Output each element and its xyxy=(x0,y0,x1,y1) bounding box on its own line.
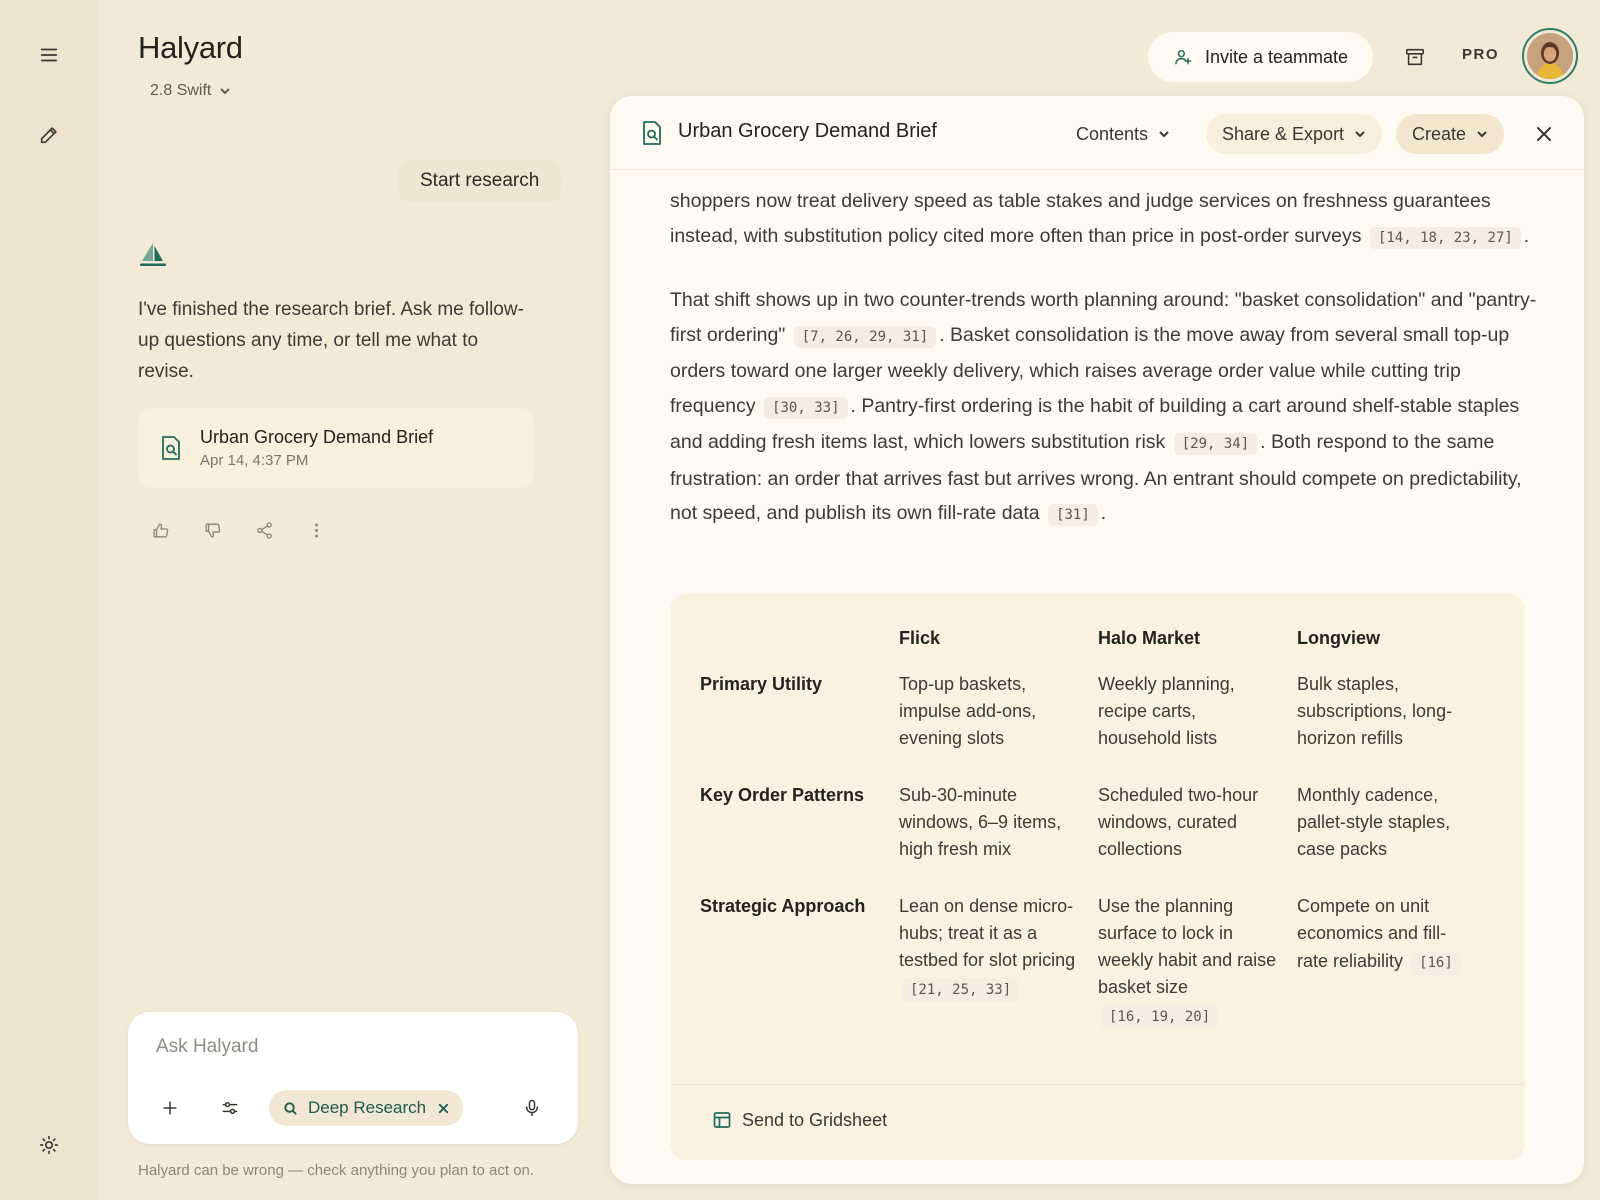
column-header: Flick xyxy=(899,628,941,648)
share-export-button[interactable]: Share & Export xyxy=(1206,114,1383,154)
row-header: Strategic Approach xyxy=(700,896,866,916)
avatar-portrait xyxy=(1527,33,1573,79)
settings-sliders-icon[interactable] xyxy=(212,1090,248,1126)
share-icon[interactable] xyxy=(252,518,276,542)
app-title: Halyard xyxy=(138,30,243,65)
paragraph-1: shoppers now treat delivery speed as tab… xyxy=(670,190,1530,249)
row-header: Primary Utility xyxy=(700,674,823,694)
table-cell: Bulk staples, subscriptions, long-horizo… xyxy=(1297,674,1453,748)
close-panel-icon[interactable] xyxy=(1528,118,1560,150)
microphone-icon[interactable] xyxy=(514,1090,550,1126)
ask-input[interactable] xyxy=(156,1036,546,1058)
row-header: Key Order Patterns xyxy=(700,785,865,805)
table-cell: Compete on unit economics and fill-rate … xyxy=(1297,893,1496,1059)
table-row: Key Order Patterns Sub-30-minute windows… xyxy=(700,782,1496,893)
document-body: shoppers now treat delivery speed as tab… xyxy=(670,184,1538,561)
citation[interactable]: [31] xyxy=(1048,504,1098,526)
mode-label: Deep Research xyxy=(308,1098,427,1117)
table-cell: Sub-30-minute windows, 6–9 items, high f… xyxy=(899,785,1062,859)
table-row: Primary Utility Top-up baskets, impulse … xyxy=(700,671,1496,782)
comparison-card: Flick Halo Market Longview Primary Utili… xyxy=(670,594,1525,1160)
citation[interactable]: [16] xyxy=(1411,951,1461,975)
citation[interactable]: [30, 33] xyxy=(764,396,848,419)
invite-teammate-button[interactable]: Invite a teammate xyxy=(1148,32,1373,82)
citation[interactable]: [29, 34] xyxy=(1173,433,1258,455)
search-icon xyxy=(284,1101,297,1115)
composer: Deep Research xyxy=(128,1012,578,1144)
disclaimer: Halyard can be wrong — check anything yo… xyxy=(138,1162,535,1179)
document-card-timestamp: Apr 14, 4:37 PM xyxy=(200,452,309,469)
divider xyxy=(670,1084,1525,1085)
create-button[interactable]: Create xyxy=(1396,114,1505,154)
table-cell: Weekly planning, recipe carts, household… xyxy=(1098,674,1235,748)
citation[interactable]: [21, 25, 33] xyxy=(902,978,1020,1002)
comparison-table: Flick Halo Market Longview Primary Utili… xyxy=(700,628,1496,1059)
chevron-down-icon xyxy=(220,88,231,95)
plan-badge: PRO xyxy=(1462,46,1500,63)
add-user-icon xyxy=(1175,50,1192,65)
panel-header: Urban Grocery Demand Brief Contents Shar… xyxy=(610,96,1584,170)
create-label: Create xyxy=(1412,123,1467,144)
column-header: Halo Market xyxy=(1098,628,1201,648)
chevron-down-icon xyxy=(1355,131,1365,138)
table-header-row: Flick Halo Market Longview xyxy=(700,628,1496,671)
message-actions xyxy=(148,518,328,542)
theme-sun-icon[interactable] xyxy=(28,1124,70,1166)
citation[interactable]: [14, 18, 23, 27] xyxy=(1369,226,1521,249)
table-cell: Monthly cadence, pallet-style staples, c… xyxy=(1297,785,1451,859)
table-grid-icon xyxy=(713,1112,731,1128)
table-cell: Use the planning surface to lock in week… xyxy=(1098,893,1297,1059)
invite-label: Invite a teammate xyxy=(1204,46,1349,67)
sailboat-logo-icon xyxy=(140,243,166,266)
document-panel: Urban Grocery Demand Brief Contents Shar… xyxy=(610,96,1584,1184)
citation[interactable]: [16, 19, 20] xyxy=(1101,1005,1219,1029)
contents-label: Contents xyxy=(1076,123,1149,144)
panel-title: Urban Grocery Demand Brief xyxy=(678,120,937,142)
model-selector[interactable]: 2.8 Swift xyxy=(150,82,231,100)
assistant-message: I've finished the research brief. Ask me… xyxy=(138,299,524,382)
user-message: Start research xyxy=(398,160,562,202)
contents-button[interactable]: Contents xyxy=(1060,114,1186,154)
add-attachment-icon[interactable] xyxy=(152,1090,188,1126)
new-chat-pencil-icon[interactable] xyxy=(28,114,70,156)
share-export-label: Share & Export xyxy=(1222,123,1345,144)
column-header: Longview xyxy=(1297,628,1381,648)
left-rail xyxy=(0,0,98,1200)
chevron-down-icon xyxy=(1477,131,1487,138)
model-label: 2.8 Swift xyxy=(150,82,212,99)
document-search-icon xyxy=(162,436,180,460)
remove-mode-close-icon[interactable] xyxy=(436,1101,451,1116)
citation[interactable]: [7, 26, 29, 31] xyxy=(793,325,937,348)
paragraph-2: That shift shows up in two counter-trend… xyxy=(670,289,1537,526)
table-cell: Lean on dense micro-hubs; treat it as a … xyxy=(899,893,1098,1059)
send-to-gridsheet-button[interactable]: Send to Gridsheet xyxy=(712,1100,887,1140)
document-search-icon xyxy=(643,121,661,145)
thumbs-up-icon[interactable] xyxy=(148,518,172,542)
chevron-down-icon xyxy=(1159,131,1169,138)
deep-research-chip[interactable]: Deep Research xyxy=(269,1090,464,1126)
more-options-icon[interactable] xyxy=(304,518,328,542)
user-avatar[interactable] xyxy=(1522,28,1578,84)
table-row: Strategic Approach Lean on dense micro-h… xyxy=(700,893,1496,1059)
table-cell: Scheduled two-hour windows, curated coll… xyxy=(1098,785,1259,859)
document-card[interactable]: Urban Grocery Demand Brief Apr 14, 4:37 … xyxy=(138,408,534,488)
archive-icon[interactable] xyxy=(1396,38,1434,76)
table-cell: Top-up baskets, impulse add-ons, evening… xyxy=(899,674,1037,748)
thumbs-down-icon[interactable] xyxy=(200,518,224,542)
menu-icon[interactable] xyxy=(28,34,70,76)
document-card-title: Urban Grocery Demand Brief xyxy=(200,427,434,447)
gridsheet-label: Send to Gridsheet xyxy=(742,1109,888,1130)
table-corner xyxy=(700,628,899,671)
